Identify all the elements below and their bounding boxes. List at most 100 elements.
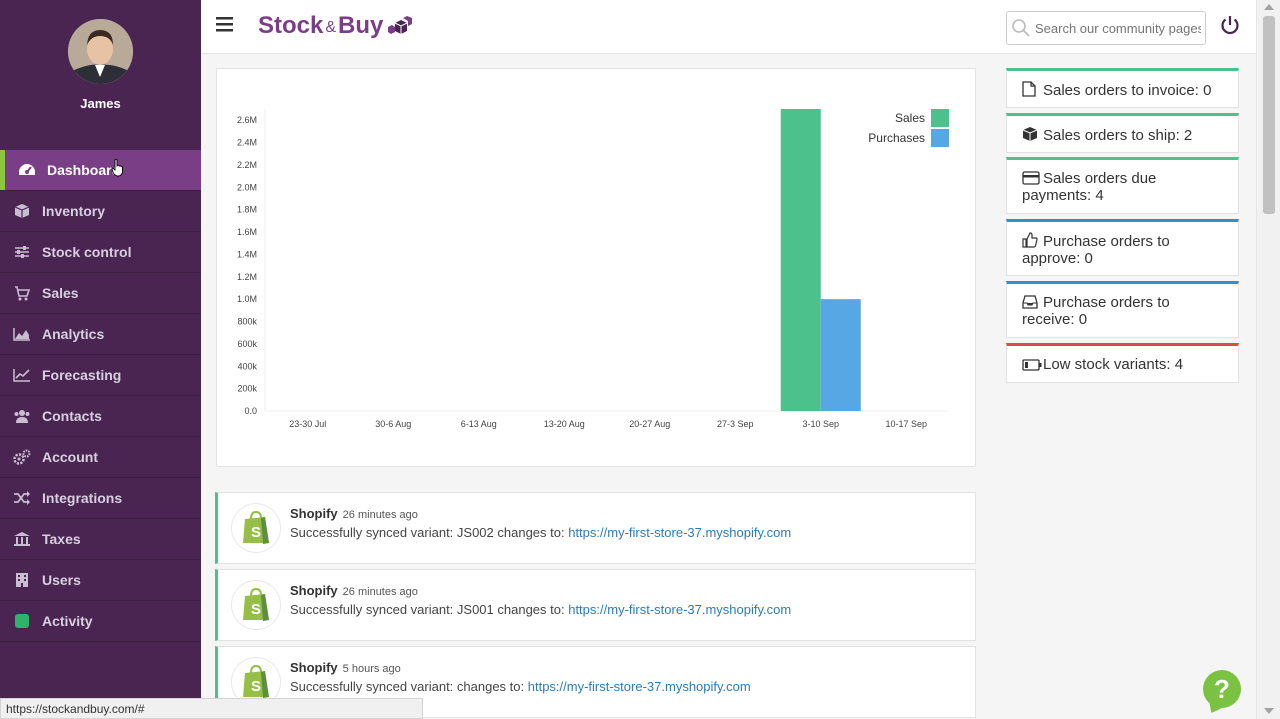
inbox-icon [1022,295,1040,310]
activity-feed-item: S Shopify 26 minutes ago Successfully syn… [215,492,976,564]
stat-purchase-orders-to-receive[interactable]: Purchase orders to receive: 0 [1006,281,1239,338]
x-tick-label: 6-13 Aug [461,419,497,429]
y-tick-label: 2.0M [237,182,257,192]
y-tick-label: 1.2M [237,272,257,282]
browser-status-url: https://stockandbuy.com/# [0,698,423,719]
activity-feed-item: S Shopify 26 minutes ago Successfully syn… [215,569,976,641]
legend-label: Sales [895,111,925,125]
top-header: Stock & Buy [201,0,1256,54]
scroll-thumb[interactable] [1263,16,1275,214]
sales-purchases-chart-card: 0.0 200k 400k 600k 800k 1.0M 1.2M 1.4M 1.6M 1.8M 2… [216,68,976,467]
thumbs-up-icon [1022,232,1040,248]
y-tick-label: 0.0 [244,406,257,416]
sidebar-item-label: Inventory [42,203,106,219]
activity-square-icon [12,612,32,630]
stat-sales-orders-to-ship[interactable]: Sales orders to ship: 2 [1006,113,1239,153]
sidebar-item-account[interactable]: Account [0,437,201,478]
line-chart-icon [12,366,32,384]
sidebar-item-forecasting[interactable]: Forecasting [0,355,201,396]
sidebar-item-dashboard[interactable]: Dashboard [0,150,201,191]
credit-card-icon [1022,171,1040,186]
dashboard-icon [17,161,37,179]
legend-label: Purchases [868,131,925,145]
sidebar-item-label: Dashboard [47,162,121,178]
stat-label: Purchase orders to approve: 0 [1022,233,1170,267]
feed-message: Successfully synced variant: JS002 chang… [290,525,792,540]
y-tick-label: 2.6M [237,115,257,125]
store-link[interactable]: https://my-first-store-37.myshopify.com [568,602,791,617]
logo-boxes-icon [388,16,413,34]
battery-low-icon [1022,358,1042,373]
x-tick-label: 27-3 Sep [717,419,754,429]
sidebar-item-label: Sales [42,285,79,301]
sales-purchases-chart: 0.0 200k 400k 600k 800k 1.0M 1.2M 1.4M 1.6M 1.8M 2… [237,109,949,429]
sidebar-item-activity[interactable]: Activity [0,601,201,642]
area-chart-icon [12,325,32,343]
stat-sales-orders-to-invoice[interactable]: Sales orders to invoice: 0 [1006,68,1239,108]
sidebar-item-label: Contacts [42,408,102,424]
search-box[interactable] [1006,11,1206,45]
x-tick-label: 20-27 Aug [629,419,670,429]
x-tick-label: 13-20 Aug [544,419,585,429]
cube-icon [12,202,32,220]
sidebar-item-contacts[interactable]: Contacts [0,396,201,437]
feed-source: Shopify 5 hours ago [290,660,401,675]
sidebar-item-label: Stock control [42,244,132,260]
sidebar-item-users[interactable]: Users [0,560,201,601]
shopify-logo-icon: S [231,580,281,630]
scroll-up-arrow-icon[interactable] [1264,4,1274,10]
menu-toggle-icon[interactable] [215,15,235,35]
file-icon [1022,81,1040,97]
y-tick-label: 200k [237,384,257,394]
sidebar-item-label: Account [42,449,98,465]
svg-text:S: S [251,678,261,695]
x-tick-label: 10-17 Sep [885,419,927,429]
sidebar-item-stock-control[interactable]: Stock control [0,232,201,273]
svg-text:S: S [251,601,261,618]
y-tick-label: 1.6M [237,227,257,237]
legend-swatch [931,129,949,147]
logo-text-buy: Buy [338,12,384,39]
user-name: James [80,96,121,111]
x-tick-label: 23-30 Jul [289,419,326,429]
y-tick-label: 800k [237,317,257,327]
search-icon [1012,19,1030,37]
stat-sales-orders-due-payments[interactable]: Sales orders due payments: 4 [1006,157,1239,214]
stat-label: Low stock variants: 4 [1043,356,1184,373]
logo-text-stock: Stock [258,12,324,39]
stat-label: Sales orders due payments: 4 [1022,170,1157,204]
sidebar-item-label: Forecasting [42,367,122,383]
sidebar-item-analytics[interactable]: Analytics [0,314,201,355]
y-tick-label: 2.4M [237,138,257,148]
sidebar-item-label: Analytics [42,326,105,342]
feed-source: Shopify 26 minutes ago [290,583,418,598]
feed-source: Shopify 26 minutes ago [290,506,418,521]
logo-ampersand: & [325,19,337,36]
y-tick-label: 400k [237,361,257,371]
sliders-icon [12,243,32,261]
sidebar-item-integrations[interactable]: Integrations [0,478,201,519]
stat-purchase-orders-to-approve[interactable]: Purchase orders to approve: 0 [1006,219,1239,276]
sidebar-item-inventory[interactable]: Inventory [0,191,201,232]
stat-low-stock-variants[interactable]: Low stock variants: 4 [1006,343,1239,383]
page-scrollbar[interactable] [1256,0,1280,719]
shuffle-icon [12,489,32,507]
scroll-down-arrow-icon[interactable] [1264,708,1274,714]
cart-icon [12,284,32,302]
gears-icon [12,448,32,466]
help-chat-button[interactable]: ? [1203,670,1241,708]
sidebar: James Dashboard Inventory Stock control … [0,0,201,719]
sidebar-item-label: Integrations [42,490,123,506]
logout-power-icon[interactable] [1219,14,1241,36]
bar-sales [780,109,821,411]
store-link[interactable]: https://my-first-store-37.myshopify.com [528,679,751,694]
feed-time: 5 hours ago [342,663,401,675]
feed-message: Successfully synced variant: JS001 chang… [290,602,792,617]
avatar[interactable] [68,19,133,84]
brand-logo[interactable]: Stock & Buy [258,12,413,40]
search-input[interactable] [1035,20,1201,36]
svg-text:S: S [251,524,261,541]
store-link[interactable]: https://my-first-store-37.myshopify.com [568,525,791,540]
sidebar-item-taxes[interactable]: Taxes [0,519,201,560]
sidebar-item-sales[interactable]: Sales [0,273,201,314]
